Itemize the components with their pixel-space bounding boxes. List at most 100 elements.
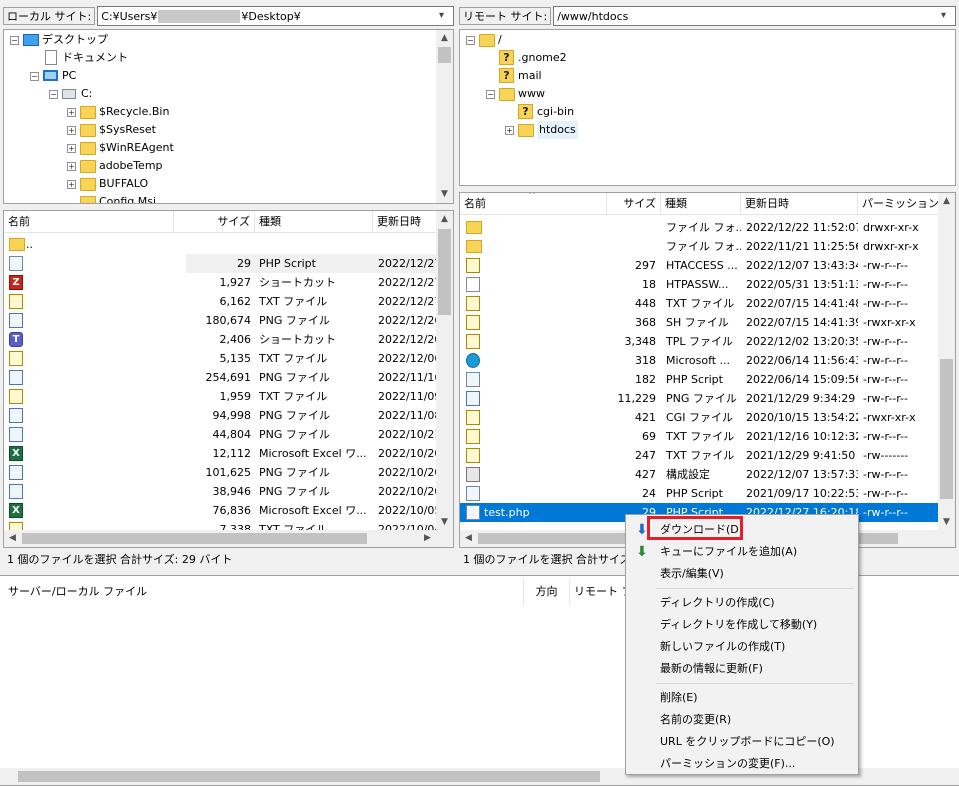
table-row[interactable]: 94,998 PNG ファイル 2022/11/08 xyxy=(4,406,438,425)
remote-tree-item[interactable]: ? mail xyxy=(486,67,542,85)
chevron-down-icon[interactable]: ▾ xyxy=(941,10,951,21)
table-row[interactable]: 29 PHP Script 2022/12/27 xyxy=(4,254,438,273)
collapse-icon[interactable]: − xyxy=(486,89,495,99)
table-row[interactable]: 24 PHP Script 2021/09/17 10:22:53 -rw-r--r-… xyxy=(460,484,940,503)
scroll-up-icon[interactable]: ▲ xyxy=(436,211,453,228)
table-row[interactable]: 427 構成設定 2022/12/07 13:57:33 -rw-r--r-- xyxy=(460,465,940,484)
local-list-vscroll[interactable]: ▲ ▼ xyxy=(436,211,453,531)
table-row[interactable]: 38,946 PNG ファイル 2022/10/20 xyxy=(4,482,438,501)
scroll-thumb[interactable] xyxy=(438,47,451,63)
table-row[interactable]: ファイル フォ... 2022/12/22 11:52:07 drwxr-xr-x xyxy=(460,218,940,237)
table-row[interactable]: 1,959 TXT ファイル 2022/11/09 xyxy=(4,387,438,406)
chevron-down-icon[interactable]: ▾ xyxy=(439,10,449,21)
local-tree-item[interactable]: + $SysReset xyxy=(67,121,156,139)
local-tree-item[interactable]: Config.Msi xyxy=(67,193,156,203)
scroll-left-icon[interactable]: ◀ xyxy=(460,530,477,547)
remote-path-combo[interactable]: /www/htdocs ▾ xyxy=(553,6,956,26)
local-tree-item[interactable]: + $Recycle.Bin xyxy=(67,103,169,121)
col-type[interactable]: 種類 xyxy=(661,193,741,215)
table-row[interactable]: .. xyxy=(4,235,438,254)
table-row[interactable]: X 12,112 Microsoft Excel ワ... 2022/10/20 xyxy=(4,444,438,463)
col-size[interactable]: サイズ xyxy=(607,193,661,215)
table-row[interactable]: 44,804 PNG ファイル 2022/10/21 xyxy=(4,425,438,444)
menu-item[interactable]: 名前の変更(R) xyxy=(660,709,731,731)
table-row[interactable]: 18 HTPASSW... 2022/05/31 13:51:13 -rw-r--r-… xyxy=(460,275,940,294)
remote-tree-item[interactable]: ? cgi-bin xyxy=(505,103,574,121)
col-server-local-file[interactable]: サーバー/ローカル ファイル xyxy=(4,579,524,605)
table-row[interactable]: 421 CGI ファイル 2020/10/15 13:54:22 -rwxr-xr-x xyxy=(460,408,940,427)
expand-icon[interactable]: + xyxy=(67,125,76,135)
table-row[interactable]: 182 PHP Script 2022/06/14 15:09:56 -rw-r--r… xyxy=(460,370,940,389)
menu-item[interactable]: 最新の情報に更新(F) xyxy=(660,658,763,680)
menu-item[interactable]: 表示/編集(V) xyxy=(660,563,724,585)
table-row[interactable]: 101,625 PNG ファイル 2022/10/20 xyxy=(4,463,438,482)
scroll-up-icon[interactable]: ▲ xyxy=(938,193,955,210)
table-row[interactable]: 3,348 TPL ファイル 2022/12/02 13:20:35 -rw-r--r… xyxy=(460,332,940,351)
table-row[interactable]: 448 TXT ファイル 2022/07/15 14:41:48 -rw-r--r-- xyxy=(460,294,940,313)
menu-item[interactable]: ディレクトリを作成して移動(Y) xyxy=(660,614,817,636)
expand-icon[interactable]: + xyxy=(67,161,76,171)
table-row[interactable]: 11,229 PNG ファイル 2021/12/29 9:34:29 -rw-r--r… xyxy=(460,389,940,408)
menu-item[interactable]: 削除(E) xyxy=(660,687,698,709)
local-tree-vscroll[interactable]: ▲ ▼ xyxy=(436,30,453,203)
scroll-right-icon[interactable]: ▶ xyxy=(419,530,436,547)
collapse-icon[interactable]: − xyxy=(10,35,19,45)
remote-tree-item[interactable]: ? .gnome2 xyxy=(486,49,567,67)
scroll-thumb[interactable] xyxy=(22,533,367,544)
table-row[interactable]: 69 TXT ファイル 2021/12/16 10:12:32 -rw-r--r-- xyxy=(460,427,940,446)
expand-icon[interactable]: + xyxy=(67,143,76,153)
table-row[interactable]: 180,674 PNG ファイル 2022/12/26 xyxy=(4,311,438,330)
scroll-thumb[interactable] xyxy=(940,359,953,499)
local-tree-item[interactable]: + $WinREAgent xyxy=(67,139,174,157)
menu-item[interactable]: URL をクリップボードにコピー(O) xyxy=(660,731,835,753)
scroll-thumb[interactable] xyxy=(438,229,451,315)
table-row[interactable]: T 2,406 ショートカット 2022/12/20 xyxy=(4,330,438,349)
table-row[interactable]: 6,162 TXT ファイル 2022/12/27 xyxy=(4,292,438,311)
table-row[interactable]: X 76,836 Microsoft Excel ワ... 2022/10/05 xyxy=(4,501,438,520)
file-modified: 2022/12/06 xyxy=(378,352,438,365)
expand-icon[interactable]: + xyxy=(67,179,76,189)
table-row[interactable]: ファイル フォ... 2022/11/21 11:25:56 drwxr-xr-x xyxy=(460,237,940,256)
col-modified[interactable]: 更新日時 xyxy=(741,193,858,215)
table-row[interactable]: 297 HTACCESS ... 2022/12/07 13:43:34 -rw-r-… xyxy=(460,256,940,275)
table-row[interactable]: 5,135 TXT ファイル 2022/12/06 xyxy=(4,349,438,368)
scroll-left-icon[interactable]: ◀ xyxy=(4,530,21,547)
local-path-combo[interactable]: C:¥Users¥ ¥Desktop¥ ▾ xyxy=(97,6,454,26)
menu-item[interactable]: キューにファイルを追加(A) xyxy=(660,541,797,563)
local-tree-item[interactable]: − PC xyxy=(30,67,76,85)
col-type[interactable]: 種類 xyxy=(255,211,373,233)
scroll-thumb[interactable] xyxy=(18,771,600,782)
menu-item[interactable]: 新しいファイルの作成(T) xyxy=(660,636,785,658)
remote-list-vscroll[interactable]: ▲ ▼ xyxy=(938,193,955,531)
menu-item[interactable]: パーミッションの変更(F)... xyxy=(660,753,795,775)
scroll-down-icon[interactable]: ▼ xyxy=(436,514,453,531)
remote-tree-item[interactable]: − / xyxy=(466,31,502,49)
table-row[interactable]: 247 TXT ファイル 2021/12/29 9:41:50 -rw------- xyxy=(460,446,940,465)
col-size[interactable]: サイズ xyxy=(174,211,255,233)
expand-icon[interactable]: + xyxy=(505,125,514,135)
remote-tree-item[interactable]: − www xyxy=(486,85,545,103)
remote-tree-item[interactable]: + htdocs xyxy=(505,121,578,139)
local-tree-item[interactable]: + adobeTemp xyxy=(67,157,163,175)
col-name[interactable]: 名前 xyxy=(4,211,174,233)
col-modified[interactable]: 更新日時 xyxy=(373,211,438,233)
local-tree-item[interactable]: + BUFFALO xyxy=(67,175,148,193)
collapse-icon[interactable]: − xyxy=(30,71,39,81)
col-permission[interactable]: パーミッション xyxy=(858,193,940,215)
collapse-icon[interactable]: − xyxy=(49,89,58,99)
menu-item[interactable]: ディレクトリの作成(C) xyxy=(660,592,775,614)
scroll-down-icon[interactable]: ▼ xyxy=(938,514,955,531)
local-list-hscroll[interactable]: ◀ ▶ xyxy=(4,530,453,547)
scroll-down-icon[interactable]: ▼ xyxy=(436,186,453,203)
table-row[interactable]: 318 Microsoft ... 2022/06/14 11:56:43 -rw-r… xyxy=(460,351,940,370)
table-row[interactable]: 254,691 PNG ファイル 2022/11/16 xyxy=(4,368,438,387)
scroll-up-icon[interactable]: ▲ xyxy=(436,30,453,47)
table-row[interactable]: Z 1,927 ショートカット 2022/12/27 xyxy=(4,273,438,292)
col-direction[interactable]: 方向 xyxy=(524,579,570,605)
local-tree-item[interactable]: ドキュメント xyxy=(30,49,128,67)
table-row[interactable]: 368 SH ファイル 2022/07/15 14:41:39 -rwxr-xr-x xyxy=(460,313,940,332)
local-tree-item[interactable]: − デスクトップ xyxy=(10,31,108,49)
collapse-icon[interactable]: − xyxy=(466,35,475,45)
expand-icon[interactable]: + xyxy=(67,107,76,117)
local-tree-item[interactable]: − C: xyxy=(49,85,92,103)
